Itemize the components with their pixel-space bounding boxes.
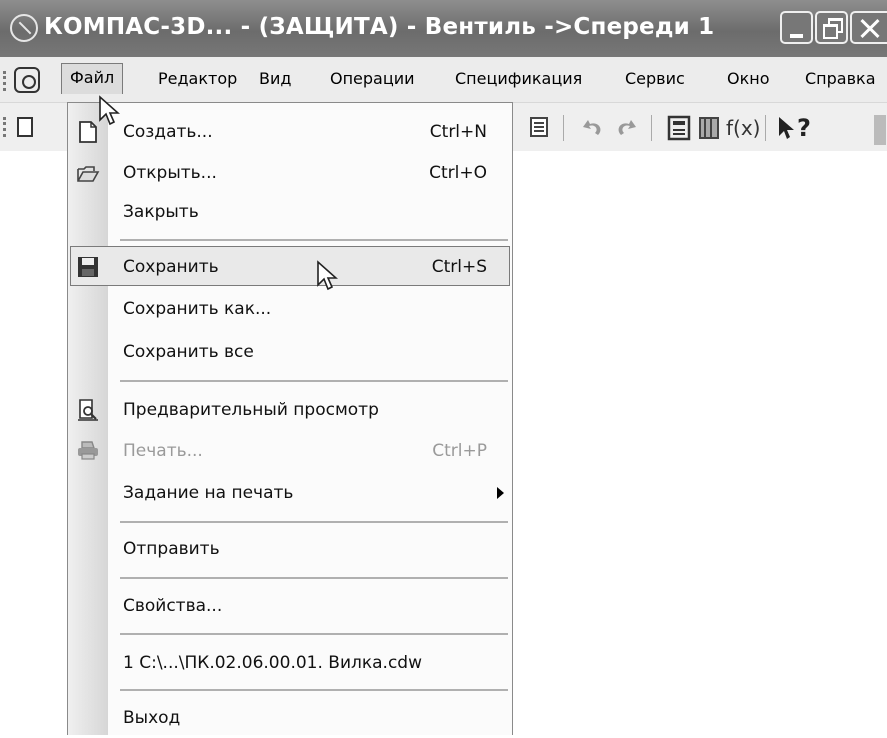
toolbar-separator bbox=[651, 115, 652, 141]
menu-operations[interactable]: Операции bbox=[330, 67, 415, 91]
restore-button[interactable] bbox=[815, 11, 848, 44]
kompas-app-icon[interactable] bbox=[10, 14, 38, 42]
window-title: КОМПАС-3D... - (ЗАЩИТА) - Вентиль ->Спер… bbox=[44, 14, 715, 40]
menu-specification[interactable]: Спецификация bbox=[455, 67, 582, 91]
menu-item-send[interactable]: Отправить bbox=[68, 529, 512, 569]
menu-item-shortcut: Ctrl+N bbox=[429, 122, 487, 142]
menu-item-shortcut: Ctrl+O bbox=[429, 163, 487, 183]
save-disk-icon bbox=[78, 257, 98, 277]
menu-bar: Файл Редактор Вид Операции Спецификация … bbox=[0, 57, 887, 103]
mouse-pointer-icon bbox=[99, 95, 120, 126]
menubar-grip-icon[interactable] bbox=[3, 71, 9, 91]
menu-item-label: Печать... bbox=[123, 441, 203, 461]
open-folder-icon bbox=[77, 166, 100, 182]
menu-item-label: Задание на печать bbox=[123, 483, 294, 503]
menu-separator bbox=[120, 380, 508, 382]
menu-item-shortcut: Ctrl+S bbox=[431, 257, 487, 277]
menu-separator bbox=[120, 521, 508, 523]
toolbar-overflow-chevron-icon[interactable] bbox=[874, 115, 886, 145]
new-document-toolbar-icon[interactable] bbox=[17, 117, 33, 137]
menu-item-print-job[interactable]: Задание на печать bbox=[68, 473, 512, 513]
menu-item-shortcut: Ctrl+P bbox=[432, 441, 487, 461]
menu-item-label: Сохранить bbox=[123, 257, 219, 277]
print-preview-icon bbox=[78, 399, 98, 421]
toolbar-grip-icon[interactable] bbox=[3, 117, 9, 137]
menu-item-print-preview[interactable]: Предварительный просмотр bbox=[68, 390, 512, 430]
help-question-icon[interactable]: ? bbox=[797, 115, 811, 141]
menu-item-save[interactable]: Сохранить Ctrl+S bbox=[70, 246, 510, 286]
redo-icon[interactable] bbox=[613, 115, 639, 141]
new-document-icon bbox=[79, 121, 97, 143]
submenu-arrow-icon bbox=[497, 487, 504, 499]
file-menu-dropdown: Создать... Ctrl+N Открыть... Ctrl+O Закр… bbox=[67, 102, 513, 735]
menu-item-label: Сохранить все bbox=[123, 342, 254, 362]
menu-item-recent-file[interactable]: 1 C:\...\ПК.02.06.00.01. Вилка.cdw bbox=[68, 643, 512, 683]
library-manager-icon[interactable] bbox=[697, 115, 721, 141]
menu-editor[interactable]: Редактор bbox=[158, 67, 237, 91]
menu-item-label: Закрыть bbox=[123, 202, 199, 222]
context-help-arrow-icon[interactable] bbox=[776, 115, 796, 141]
title-bar: КОМПАС-3D... - (ЗАЩИТА) - Вентиль ->Спер… bbox=[0, 0, 887, 57]
menu-help[interactable]: Справка bbox=[805, 67, 876, 91]
menu-item-properties[interactable]: Свойства... bbox=[68, 586, 512, 626]
menu-item-close[interactable]: Закрыть bbox=[68, 192, 512, 232]
menu-item-print[interactable]: Печать... Ctrl+P bbox=[68, 431, 512, 471]
variables-formula-icon[interactable]: f(x) bbox=[726, 115, 760, 141]
menu-separator bbox=[120, 689, 508, 691]
document-control-icon[interactable] bbox=[14, 67, 40, 93]
menu-item-label: Отправить bbox=[123, 539, 220, 559]
menu-item-open[interactable]: Открыть... Ctrl+O bbox=[68, 153, 512, 193]
menu-item-label: Выход bbox=[123, 708, 181, 728]
menu-item-exit[interactable]: Выход bbox=[68, 698, 512, 738]
undo-icon[interactable] bbox=[580, 115, 606, 141]
menu-item-create[interactable]: Создать... Ctrl+N bbox=[68, 112, 512, 152]
menu-window[interactable]: Окно bbox=[727, 67, 770, 91]
menu-separator bbox=[120, 239, 508, 241]
printer-icon bbox=[78, 441, 98, 460]
menu-item-label: Открыть... bbox=[123, 163, 217, 183]
menu-view[interactable]: Вид bbox=[259, 67, 291, 91]
properties-icon[interactable] bbox=[527, 115, 551, 139]
menu-separator bbox=[120, 633, 508, 635]
toolbar-separator bbox=[765, 115, 766, 141]
minimize-button[interactable] bbox=[780, 11, 813, 44]
menu-item-save-as[interactable]: Сохранить как... bbox=[68, 289, 512, 329]
menu-item-label: Предварительный просмотр bbox=[123, 400, 379, 420]
calculator-icon[interactable] bbox=[667, 115, 691, 141]
menu-separator bbox=[120, 577, 508, 579]
close-button[interactable] bbox=[850, 11, 887, 44]
menu-item-save-all[interactable]: Сохранить все bbox=[68, 332, 512, 372]
menu-file[interactable]: Файл bbox=[61, 63, 124, 94]
menu-item-label: Сохранить как... bbox=[123, 299, 272, 319]
mouse-pointer-icon bbox=[317, 260, 338, 291]
toolbar-separator bbox=[563, 115, 564, 141]
menu-item-label: Свойства... bbox=[123, 596, 223, 616]
menu-service[interactable]: Сервис bbox=[625, 67, 685, 91]
menu-item-label: 1 C:\...\ПК.02.06.00.01. Вилка.cdw bbox=[123, 653, 422, 673]
menu-item-label: Создать... bbox=[123, 122, 213, 142]
